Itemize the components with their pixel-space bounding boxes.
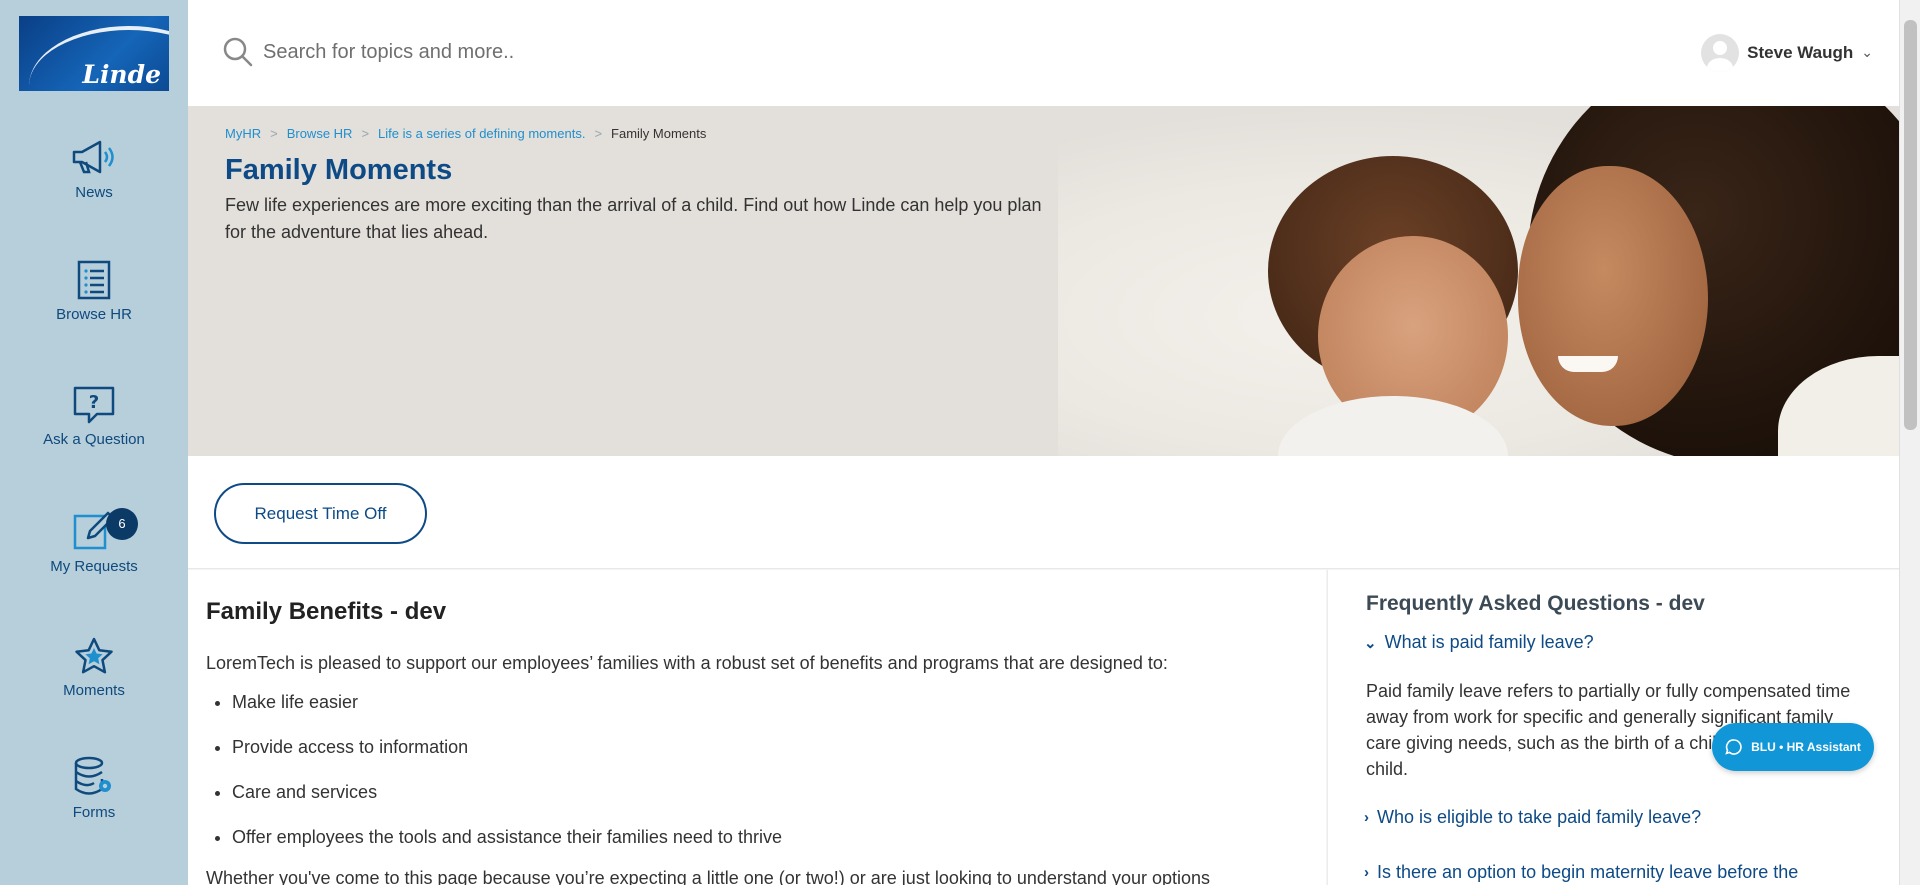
breadcrumb-link-life-moments[interactable]: Life is a series of defining moments.: [378, 126, 585, 141]
assistant-label: BLU • HR Assistant: [1751, 740, 1861, 754]
sidebar-item-label: Browse HR: [56, 306, 132, 323]
benefits-list: Make life easier Provide access to infor…: [232, 690, 782, 870]
list-item: Offer employees the tools and assistance…: [232, 825, 782, 870]
breadcrumb: MyHR > Browse HR > Life is a series of d…: [225, 126, 706, 141]
faq-question-eligibility[interactable]: › Who is eligible to take paid family le…: [1364, 807, 1701, 828]
search-input[interactable]: [263, 34, 963, 70]
logo-text: Linde: [82, 60, 161, 89]
star-icon: [75, 637, 113, 674]
breadcrumb-link-browse-hr[interactable]: Browse HR: [287, 126, 353, 141]
breadcrumb-separator: >: [361, 126, 370, 141]
faq-question-paid-leave[interactable]: ⌄ What is paid family leave?: [1364, 632, 1594, 653]
database-gear-icon: [74, 756, 111, 795]
linde-logo[interactable]: Linde: [19, 16, 169, 91]
breadcrumb-current: Family Moments: [611, 126, 707, 141]
chevron-down-icon: ⌄: [1861, 45, 1873, 61]
hero-banner: MyHR > Browse HR > Life is a series of d…: [188, 106, 1899, 456]
page-title: Family Moments: [225, 154, 453, 186]
faq-question-label: What is paid family leave?: [1384, 632, 1594, 652]
sidebar-item-label: My Requests: [50, 558, 138, 575]
sidebar-item-news[interactable]: News: [0, 138, 188, 248]
breadcrumb-separator: >: [594, 126, 603, 141]
photo-smile: [1558, 356, 1618, 372]
faq-question-label: Who is eligible to take paid family leav…: [1377, 807, 1702, 827]
faq-question-label: Is there an option to begin maternity le…: [1377, 862, 1799, 882]
list-item: Provide access to information: [232, 735, 782, 780]
faq-title: Frequently Asked Questions - dev: [1366, 592, 1705, 615]
search-icon[interactable]: [222, 36, 254, 68]
chevron-right-icon: ›: [1364, 809, 1369, 826]
sidebar-item-label: News: [75, 184, 113, 201]
section-more-text: Whether you've come to this page because…: [206, 868, 1211, 885]
question-bubble-icon: ?: [73, 386, 115, 424]
sidebar-item-ask-a-question[interactable]: ? Ask a Question: [0, 385, 188, 495]
request-time-off-button[interactable]: Request Time Off: [214, 483, 427, 544]
sidebar-item-forms[interactable]: Forms: [0, 756, 188, 866]
page-intro: Few life experiences are more exciting t…: [225, 195, 1042, 242]
sidebar-item-moments[interactable]: Moments: [0, 636, 188, 746]
sidebar-item-label: Ask a Question: [43, 431, 145, 448]
page-scrollbar[interactable]: [1899, 0, 1920, 885]
family-benefits-section: Family Benefits - dev LoremTech is pleas…: [188, 570, 1326, 885]
chat-bubble-icon: [1725, 739, 1742, 755]
user-menu[interactable]: Steve Waugh ⌄: [1701, 34, 1873, 72]
sidebar-item-my-requests[interactable]: 6 My Requests: [0, 508, 188, 618]
sidebar-item-label: Moments: [63, 682, 125, 699]
sidebar-item-browse-hr[interactable]: Browse HR: [0, 260, 188, 370]
photo-mother-face: [1518, 166, 1708, 426]
breadcrumb-link-myhr[interactable]: MyHR: [225, 126, 261, 141]
megaphone-icon: [72, 140, 114, 174]
section-title: Family Benefits - dev: [206, 598, 447, 625]
hero-photo: [1058, 106, 1899, 456]
chevron-right-icon: ›: [1364, 864, 1369, 881]
scrollbar-thumb[interactable]: [1904, 20, 1917, 430]
list-item: Make life easier: [232, 690, 782, 735]
requests-count-badge: 6: [106, 508, 138, 540]
hr-assistant-button[interactable]: BLU • HR Assistant: [1712, 723, 1874, 771]
list-document-icon: [77, 260, 111, 300]
breadcrumb-separator: >: [270, 126, 278, 141]
section-intro: LoremTech is pleased to support our empl…: [206, 653, 1168, 673]
avatar: [1701, 34, 1740, 72]
sidebar-item-label: Forms: [72, 804, 116, 821]
sidebar: Linde News Browse HR ? Ask a Question 6 …: [0, 0, 188, 885]
faq-question-maternity-leave[interactable]: › Is there an option to begin maternity …: [1364, 862, 1798, 883]
list-item: Care and services: [232, 780, 782, 825]
top-header: Steve Waugh ⌄: [188, 0, 1899, 106]
chevron-down-icon: ⌄: [1364, 634, 1377, 652]
action-band: Request Time Off: [188, 456, 1899, 569]
svg-text:?: ?: [89, 392, 99, 413]
user-name: Steve Waugh: [1747, 43, 1854, 62]
